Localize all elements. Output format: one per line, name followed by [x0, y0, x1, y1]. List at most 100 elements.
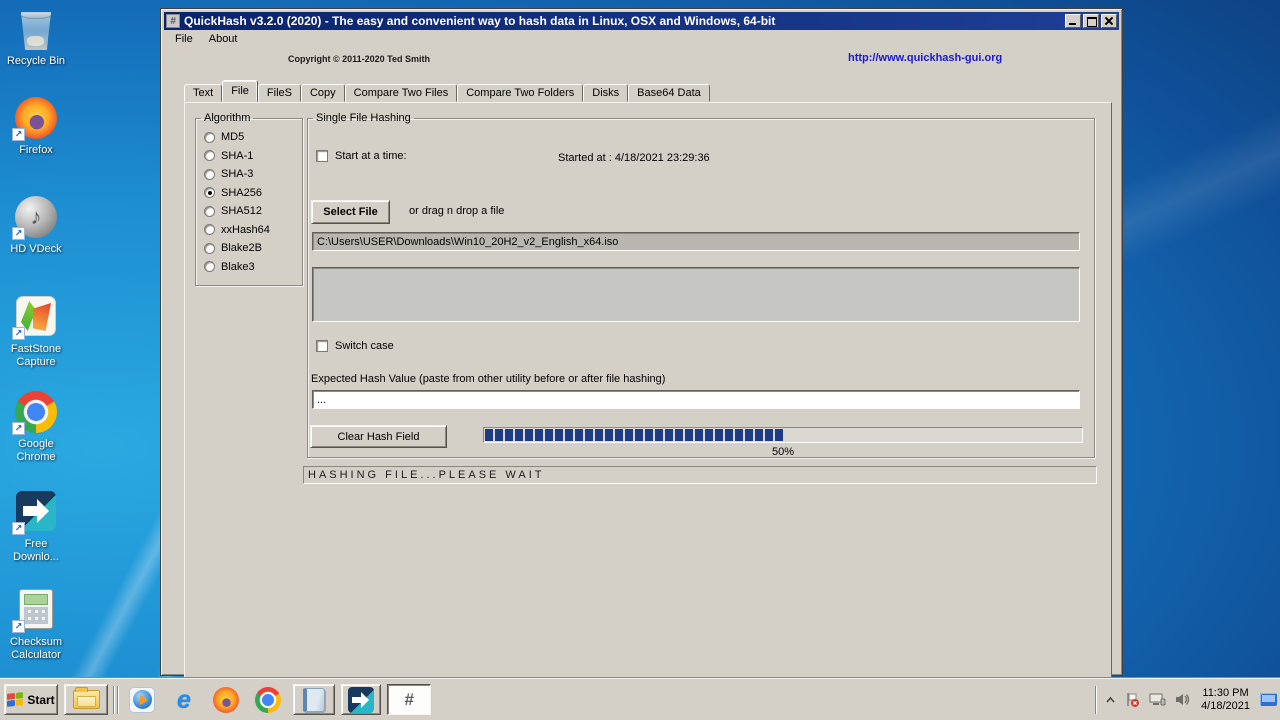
notepad-icon — [303, 687, 325, 712]
free-download-manager-icon — [348, 686, 374, 713]
menu-file[interactable]: File — [168, 32, 200, 46]
checkbox-label: Switch case — [335, 340, 394, 352]
radio-label: SHA512 — [221, 205, 262, 217]
network-icon[interactable] — [1148, 692, 1166, 707]
radio-icon — [204, 187, 215, 198]
desktop-icon-label: Google Chrome — [16, 438, 56, 463]
shortcut-arrow-icon: ↗ — [12, 227, 25, 240]
system-tray: 11:30 PM 4/18/2021 — [1095, 679, 1280, 720]
desktop-icon-hd-vdeck[interactable]: ♪ ↗ HD VDeck — [3, 196, 69, 256]
hashing-progress-bar — [483, 427, 1083, 443]
taskbar-clock[interactable]: 11:30 PM 4/18/2021 — [1199, 687, 1252, 713]
taskbar-explorer-button[interactable] — [64, 684, 108, 715]
expected-hash-input[interactable]: ... — [312, 390, 1080, 409]
tab-compare-two-files[interactable]: Compare Two Files — [344, 84, 458, 102]
radio-blake3[interactable]: Blake3 — [204, 261, 302, 273]
radio-sha-3[interactable]: SHA-3 — [204, 168, 302, 180]
desktop-icon-label: Firefox — [19, 144, 53, 156]
tab-strip: Text File FileS Copy Compare Two Files C… — [184, 80, 710, 102]
taskbar: Start e # 11:30 PM 4/18/2021 — [0, 678, 1280, 720]
tab-compare-two-folders[interactable]: Compare Two Folders — [457, 84, 584, 102]
shortcut-arrow-icon: ↗ — [12, 522, 25, 535]
tab-base64-data[interactable]: Base64 Data — [628, 84, 710, 102]
switch-case-checkbox[interactable]: Switch case — [316, 340, 394, 352]
taskbar-media-player-button[interactable] — [123, 684, 161, 715]
desktop-icon-label: Recycle Bin — [6, 55, 66, 67]
desktop-icon-recycle-bin[interactable]: Recycle Bin — [3, 8, 69, 68]
drag-drop-hint: or drag n drop a file — [409, 205, 505, 217]
radio-md5[interactable]: MD5 — [204, 131, 302, 143]
taskbar-fdm-button[interactable] — [341, 684, 381, 715]
desktop-icon-free-download-manager[interactable]: ↗ Free Downlo... — [3, 490, 69, 564]
radio-icon — [204, 131, 215, 143]
desktop-icon-checksum-calculator[interactable]: ↗ Checksum Calculator — [3, 588, 69, 662]
windows-logo-icon — [7, 692, 24, 707]
radio-sha-1[interactable]: SHA-1 — [204, 150, 302, 162]
radio-icon — [204, 224, 215, 235]
radio-icon — [204, 150, 215, 161]
clock-time: 11:30 PM — [1202, 686, 1249, 699]
taskbar-notepad-button[interactable] — [293, 684, 335, 715]
radio-icon — [204, 242, 215, 254]
title-bar[interactable]: # QuickHash v3.2.0 (2020) - The easy and… — [164, 12, 1119, 30]
volume-icon[interactable] — [1174, 692, 1191, 707]
display-tray-icon[interactable] — [1260, 693, 1277, 706]
action-center-flag-icon[interactable] — [1124, 692, 1140, 708]
checkbox-icon — [316, 150, 328, 162]
tab-file[interactable]: File — [222, 80, 258, 102]
desktop-icon-firefox[interactable]: ↗ Firefox — [3, 97, 69, 157]
desktop-icon-label: HD VDeck — [10, 243, 62, 255]
radio-xxhash64[interactable]: xxHash64 — [204, 224, 302, 236]
minimize-button[interactable] — [1065, 14, 1081, 28]
tab-files[interactable]: FileS — [257, 84, 301, 102]
maximize-button[interactable] — [1083, 14, 1099, 28]
file-tab-panel: Algorithm MD5 SHA-1 SHA-3 SHA256 SHA512 … — [184, 102, 1112, 680]
desktop-icon-label: Checksum Calculator — [10, 636, 62, 661]
quickhash-website-link[interactable]: http://www.quickhash-gui.org — [848, 52, 1002, 64]
start-button[interactable]: Start — [4, 684, 58, 715]
close-button[interactable] — [1101, 14, 1117, 28]
desktop-icon-faststone-capture[interactable]: ↗ FastStone Capture — [3, 295, 69, 369]
taskbar-internet-explorer-button[interactable]: e — [165, 684, 203, 715]
chrome-icon — [255, 686, 281, 713]
tab-copy[interactable]: Copy — [300, 84, 345, 102]
desktop-icon-google-chrome[interactable]: ↗ Google Chrome — [3, 391, 69, 464]
quickhash-window: # QuickHash v3.2.0 (2020) - The easy and… — [160, 8, 1123, 680]
windows-media-player-icon — [129, 686, 155, 713]
started-at-text: Started at : 4/18/2021 23:29:36 — [558, 152, 710, 164]
app-icon: # — [166, 14, 180, 28]
progress-percent-label: 50% — [771, 446, 795, 458]
radio-icon — [204, 168, 215, 180]
start-button-label: Start — [27, 692, 55, 707]
tab-text[interactable]: Text — [184, 84, 223, 102]
algorithm-legend: Algorithm — [204, 112, 251, 124]
radio-label: SHA-3 — [221, 168, 254, 180]
clear-hash-field-button[interactable]: Clear Hash Field — [310, 425, 447, 448]
taskbar-firefox-button[interactable] — [207, 684, 245, 715]
single-file-hashing-groupbox: Single File Hashing Start at a time: Sta… — [307, 112, 1095, 458]
tab-disks[interactable]: Disks — [583, 84, 629, 102]
taskbar-chrome-button[interactable] — [249, 684, 287, 715]
radio-icon — [204, 261, 215, 272]
select-file-button[interactable]: Select File — [311, 200, 390, 224]
hash-result-memo[interactable] — [312, 267, 1080, 322]
start-at-a-time-checkbox[interactable]: Start at a time: — [316, 150, 407, 162]
radio-label: SHA256 — [221, 186, 262, 199]
file-path-field[interactable]: C:\Users\USER\Downloads\Win10_20H2_v2_En… — [312, 232, 1080, 251]
checkbox-label: Start at a time: — [335, 150, 407, 162]
radio-blake2b[interactable]: Blake2B — [204, 242, 302, 254]
checkbox-icon — [316, 340, 328, 352]
progress-fill — [485, 429, 783, 441]
explorer-folder-icon — [72, 687, 100, 709]
menu-about[interactable]: About — [202, 32, 245, 46]
taskbar-quickhash-button[interactable]: # — [387, 684, 431, 715]
copyright-text: Copyright © 2011-2020 Ted Smith — [288, 54, 431, 64]
shortcut-arrow-icon: ↗ — [12, 620, 25, 633]
radio-sha512[interactable]: SHA512 — [204, 205, 302, 217]
hidden-icons-chevron-icon[interactable] — [1105, 695, 1116, 704]
radio-label: xxHash64 — [221, 223, 270, 236]
radio-icon — [204, 205, 215, 217]
desktop-icon-label: Free Downlo... — [13, 538, 59, 563]
radio-label: SHA-1 — [221, 149, 254, 162]
radio-sha256[interactable]: SHA256 — [204, 187, 302, 199]
